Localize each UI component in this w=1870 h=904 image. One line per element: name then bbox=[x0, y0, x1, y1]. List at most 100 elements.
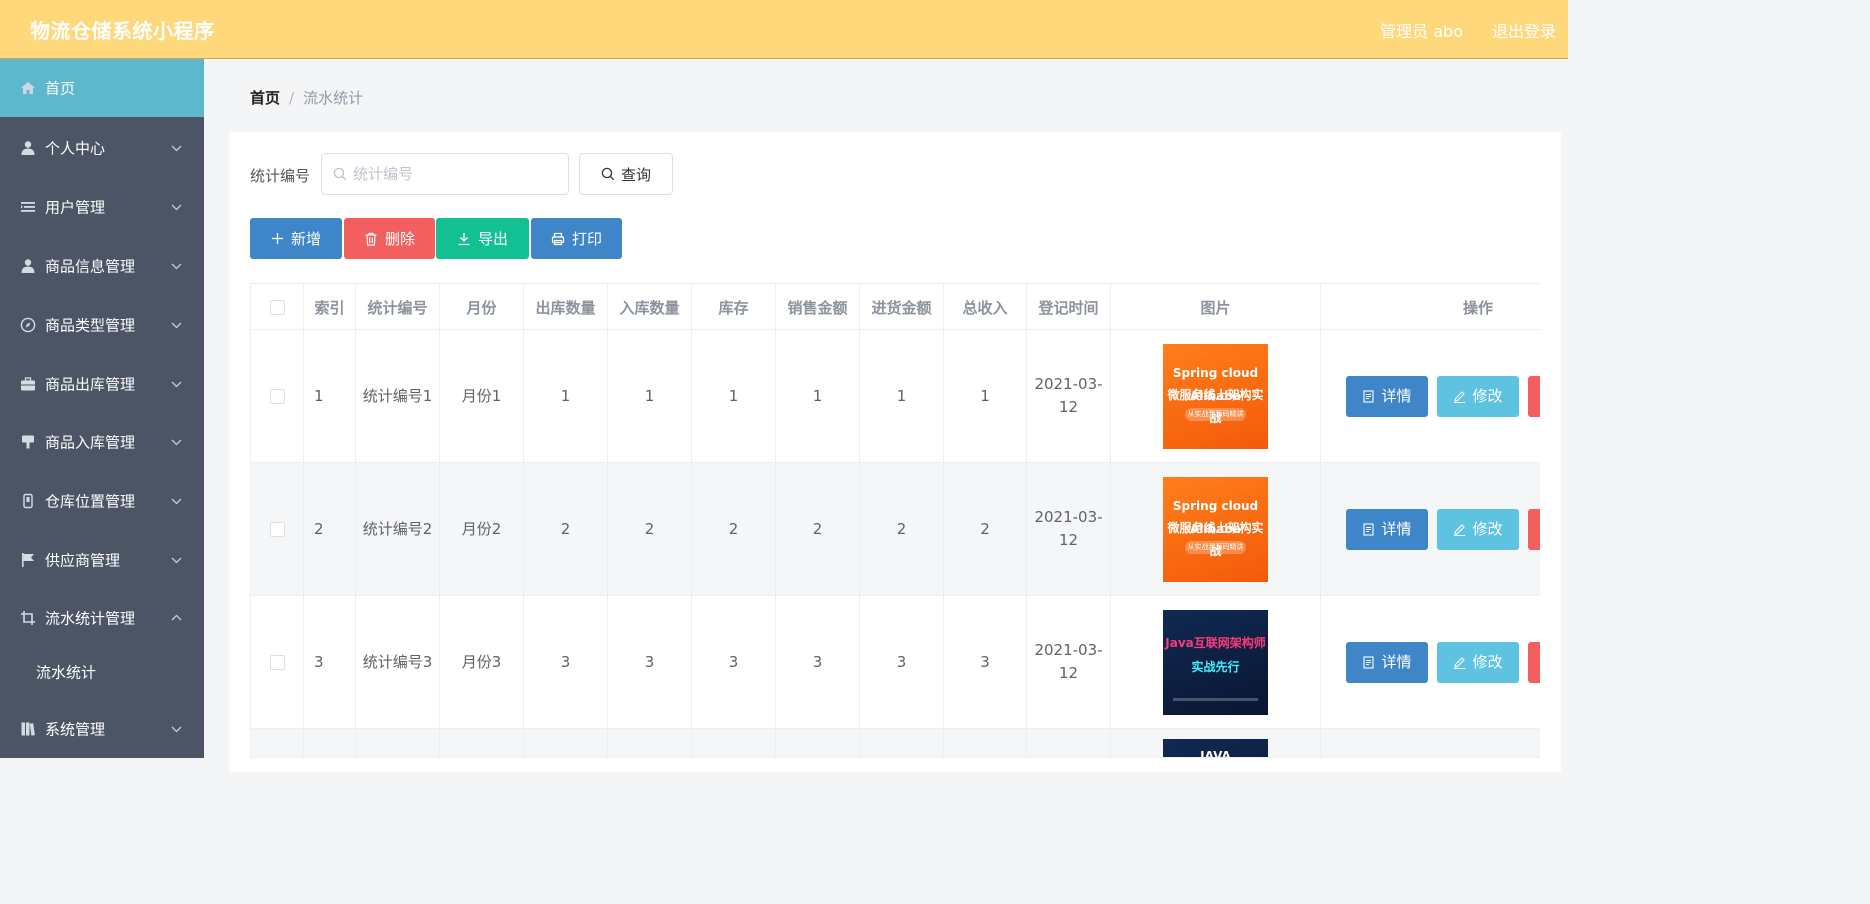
col-header: 库存 bbox=[692, 284, 776, 330]
col-header: 操作 bbox=[1462, 298, 1493, 317]
cell-actions: 详情 修改 bbox=[1321, 330, 1540, 462]
cell-income: 1 bbox=[944, 330, 1027, 462]
cell-purchase: 2 bbox=[860, 463, 944, 595]
export-button[interactable]: 导出 bbox=[436, 218, 529, 259]
select-all-checkbox[interactable] bbox=[269, 299, 285, 315]
sidebar-item-label: 供应商管理 bbox=[45, 551, 121, 570]
product-image[interactable]: Spring cloud Alibaba 微服务线上架构实战 从实战到源码精讲 bbox=[1163, 476, 1268, 582]
cell-in: 1 bbox=[608, 330, 692, 462]
sidebar-item-suppliers[interactable]: 供应商管理 bbox=[0, 531, 204, 589]
sidebar-item-personal[interactable]: 个人中心 bbox=[0, 119, 204, 177]
sidebar-item-outbound[interactable]: 商品出库管理 bbox=[0, 355, 204, 413]
cell-image: Spring cloud Alibaba 微服务线上架构实战 从实战到源码精讲 bbox=[1111, 463, 1321, 595]
sidebar-item-home[interactable]: 首页 bbox=[0, 59, 204, 117]
cell-code: 统计编号1 bbox=[356, 330, 440, 462]
sidebar-item-product-types[interactable]: 商品类型管理 bbox=[0, 296, 204, 354]
row-checkbox[interactable] bbox=[269, 654, 285, 670]
image-decoration bbox=[1173, 697, 1258, 701]
product-image[interactable]: JAVA bbox=[1163, 739, 1268, 757]
sidebar-item-system[interactable]: 系统管理 bbox=[0, 700, 204, 758]
search-icon bbox=[601, 167, 615, 181]
document-icon bbox=[1363, 523, 1375, 536]
chevron-down-icon bbox=[171, 726, 182, 733]
cell-time: 2021-03-12 bbox=[1027, 463, 1111, 595]
cell-actions: 详情 修改 bbox=[1321, 596, 1540, 728]
edit-button[interactable]: 修改 bbox=[1437, 376, 1519, 417]
cell-image: Java互联网架构师 实战先行 bbox=[1111, 596, 1321, 728]
print-button-label: 打印 bbox=[571, 230, 602, 248]
edit-icon bbox=[1454, 657, 1466, 669]
sidebar-item-label: 商品出库管理 bbox=[45, 375, 136, 394]
document-icon bbox=[1363, 656, 1375, 669]
cell-image: JAVA bbox=[1111, 729, 1321, 757]
cell-index: 1 bbox=[304, 330, 356, 462]
image-caption: Java互联网架构师 bbox=[1165, 635, 1266, 650]
chevron-down-icon bbox=[171, 439, 182, 446]
detail-button[interactable]: 详情 bbox=[1346, 509, 1428, 550]
sidebar-item-warehouse[interactable]: 仓库位置管理 bbox=[0, 472, 204, 530]
edit-button[interactable]: 修改 bbox=[1437, 642, 1519, 683]
col-header: 入库数量 bbox=[608, 284, 692, 330]
detail-button-label: 详情 bbox=[1381, 387, 1412, 405]
user-icon bbox=[20, 258, 36, 274]
sidebar-item-products[interactable]: 商品信息管理 bbox=[0, 237, 204, 295]
row-checkbox[interactable] bbox=[269, 521, 285, 537]
edit-button-label: 修改 bbox=[1472, 387, 1503, 405]
header-select-all[interactable] bbox=[251, 284, 304, 330]
col-header: 月份 bbox=[440, 284, 524, 330]
edit-icon bbox=[1454, 391, 1466, 403]
search-input-wrapper bbox=[321, 153, 569, 195]
image-caption: 从实战到源码精讲 bbox=[1185, 407, 1246, 421]
cell-purchase: 3 bbox=[860, 596, 944, 728]
cell-time: 2021-03-12 bbox=[1027, 596, 1111, 728]
edit-icon bbox=[1454, 524, 1466, 536]
cell-month: 月份3 bbox=[440, 596, 524, 728]
sidebar-item-inbound[interactable]: 商品入库管理 bbox=[0, 413, 204, 471]
sidebar-item-label: 个人中心 bbox=[45, 139, 106, 158]
add-button[interactable]: 新增 bbox=[250, 218, 342, 259]
chevron-down-icon bbox=[171, 557, 182, 564]
row-checkbox[interactable] bbox=[269, 388, 285, 404]
edit-button[interactable]: 修改 bbox=[1437, 509, 1519, 550]
query-button-label: 查询 bbox=[620, 165, 651, 184]
sidebar-subitem-flow-stats[interactable]: 流水统计 bbox=[0, 647, 204, 697]
row-delete-button[interactable] bbox=[1528, 509, 1540, 550]
chevron-down-icon bbox=[171, 322, 182, 329]
compass-icon bbox=[20, 317, 36, 333]
cell-sales: 2 bbox=[776, 463, 860, 595]
query-button[interactable]: 查询 bbox=[579, 153, 673, 195]
sidebar-item-users[interactable]: 用户管理 bbox=[0, 178, 204, 236]
book-icon bbox=[20, 721, 36, 737]
table-row: 1 统计编号1 月份1 1 1 1 1 1 1 2021-03-12 Sprin… bbox=[251, 330, 1540, 463]
sidebar-item-flow-stats[interactable]: 流水统计管理 bbox=[0, 589, 204, 647]
cell-time: 2021-03-12 bbox=[1027, 330, 1111, 462]
chevron-down-icon bbox=[171, 381, 182, 388]
home-icon bbox=[20, 80, 36, 96]
delete-button[interactable]: 删除 bbox=[344, 218, 435, 259]
search-input[interactable] bbox=[353, 154, 563, 194]
stamp-icon bbox=[20, 434, 36, 450]
print-button[interactable]: 打印 bbox=[531, 218, 622, 259]
chevron-down-icon bbox=[171, 498, 182, 505]
cell-income: 3 bbox=[944, 596, 1027, 728]
list-icon bbox=[20, 199, 36, 215]
delete-button-label: 删除 bbox=[384, 230, 415, 248]
detail-button[interactable]: 详情 bbox=[1346, 642, 1428, 683]
product-image[interactable]: Java互联网架构师 实战先行 bbox=[1163, 609, 1268, 715]
chevron-down-icon bbox=[171, 204, 182, 211]
cell-stock: 3 bbox=[692, 596, 776, 728]
image-caption: 微服务线上架构实战 bbox=[1167, 387, 1264, 425]
trash-icon bbox=[365, 232, 377, 246]
detail-button[interactable]: 详情 bbox=[1346, 376, 1428, 417]
col-header: 总收入 bbox=[944, 284, 1027, 330]
sidebar-item-label: 用户管理 bbox=[45, 198, 106, 217]
briefcase-icon bbox=[20, 376, 36, 392]
sidebar-item-label: 仓库位置管理 bbox=[45, 492, 136, 511]
row-delete-button[interactable] bbox=[1528, 642, 1540, 683]
cell-in: 3 bbox=[608, 596, 692, 728]
product-image[interactable]: Spring cloud Alibaba 微服务线上架构实战 从实战到源码精讲 bbox=[1163, 343, 1268, 449]
logout-link[interactable]: 退出登录 bbox=[1492, 18, 1556, 42]
chevron-down-icon bbox=[171, 145, 182, 152]
breadcrumb-home[interactable]: 首页 bbox=[250, 89, 280, 107]
row-delete-button[interactable] bbox=[1528, 376, 1540, 417]
